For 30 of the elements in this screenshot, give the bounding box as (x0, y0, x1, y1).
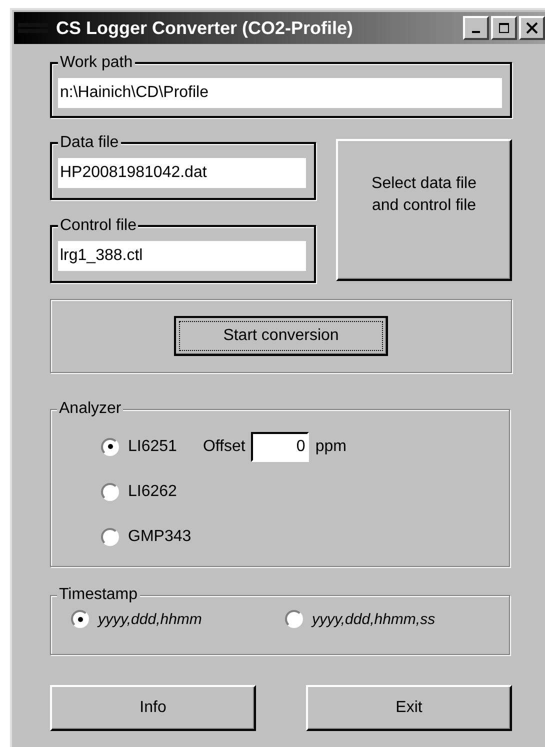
radio-button[interactable] (101, 482, 119, 500)
group-label: Work path (58, 53, 135, 73)
radio-label: yyyy,ddd,hhmm (98, 610, 202, 628)
control-file-field[interactable]: lrg1_388.ctl (58, 241, 306, 271)
close-button[interactable] (519, 16, 545, 40)
info-button[interactable]: Info (50, 685, 256, 731)
window-title: CS Logger Converter (CO2-Profile) (56, 18, 354, 38)
radio-label: LI6262 (128, 482, 177, 500)
maximize-icon (498, 22, 510, 34)
maximize-button[interactable] (491, 16, 517, 40)
group-label: Timestamp (57, 585, 140, 605)
radio-button[interactable] (71, 610, 89, 628)
minimize-icon (472, 31, 480, 33)
radio-label: yyyy,ddd,hhmm,ss (312, 610, 436, 628)
close-icon (526, 22, 538, 34)
radio-label: GMP343 (128, 528, 192, 546)
start-conversion-button[interactable]: Start conversion (174, 316, 388, 356)
group-label: Analyzer (57, 399, 124, 419)
radio-button[interactable] (285, 610, 303, 628)
radio-button[interactable] (101, 438, 119, 456)
select-files-button[interactable]: Select data file and control file (336, 139, 512, 281)
work-path-field[interactable]: n:\Hainich\CD\Profile (58, 78, 502, 108)
minimize-button[interactable] (463, 16, 489, 40)
offset-field[interactable]: 0 (251, 432, 310, 462)
radio-button[interactable] (101, 528, 119, 546)
exit-button[interactable]: Exit (306, 685, 512, 731)
unit-label: ppm (315, 438, 346, 456)
data-file-field[interactable]: HP20081981042.dat (58, 158, 306, 188)
offset-label: Offset (202, 438, 246, 456)
radio-label: LI6251 (128, 438, 177, 456)
